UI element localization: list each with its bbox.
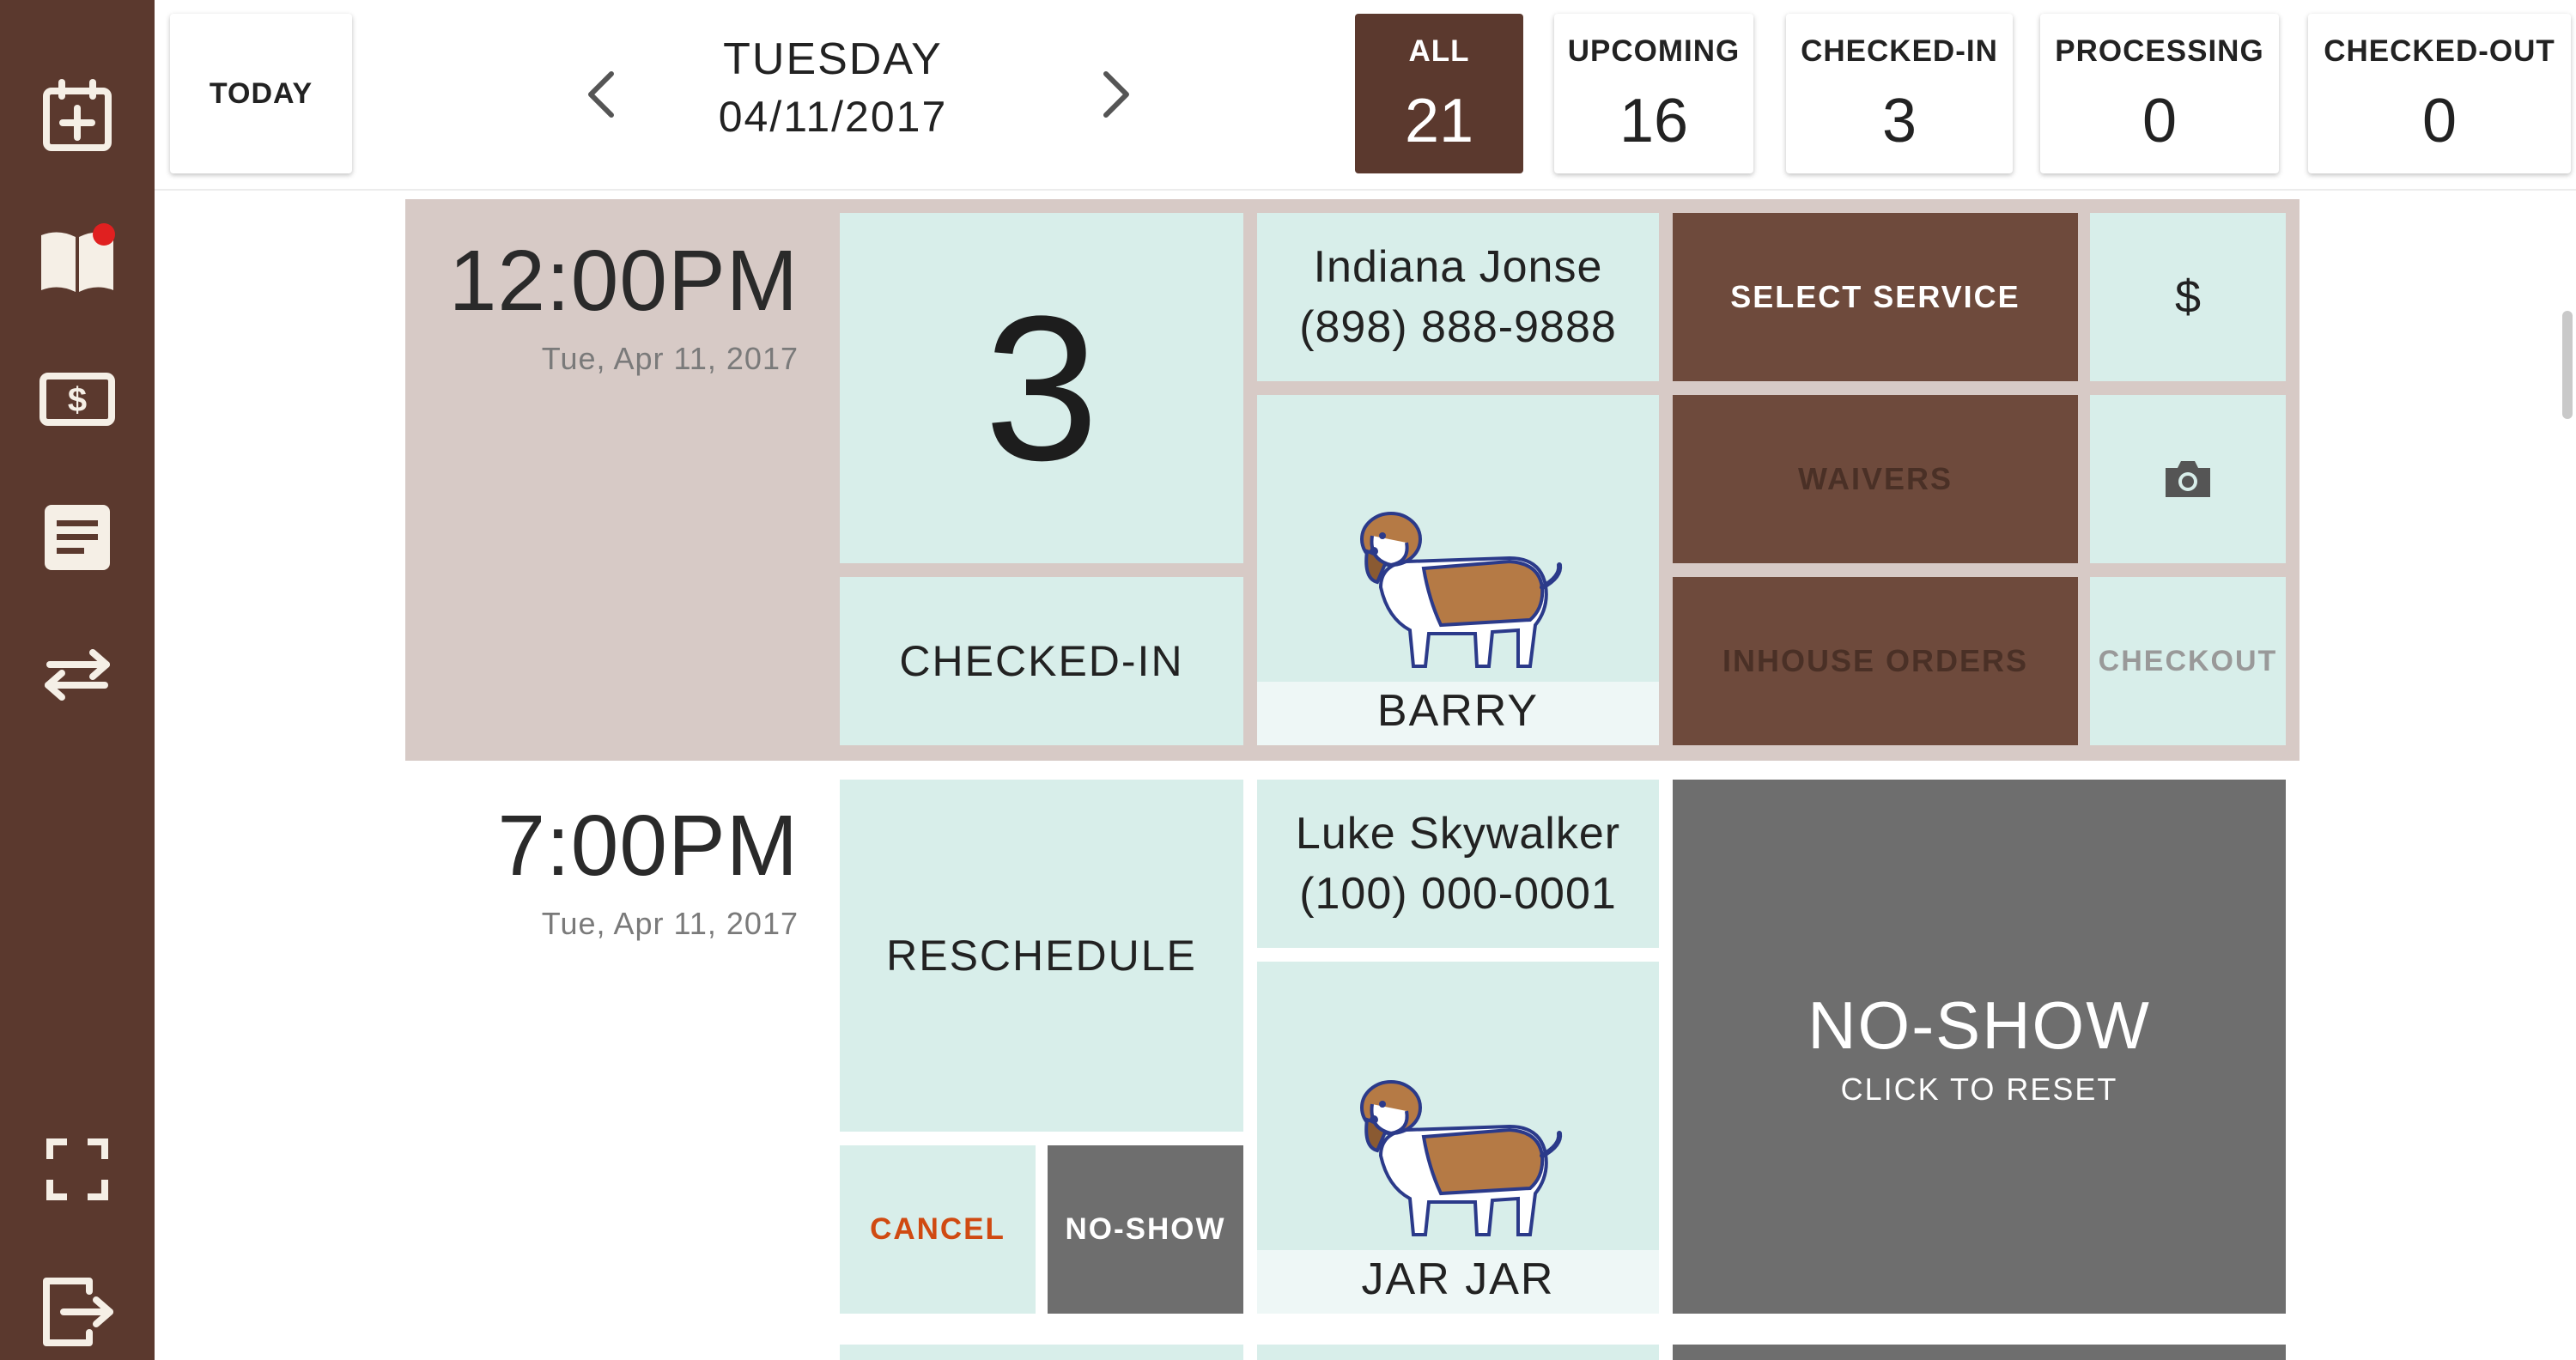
calendar-add-icon[interactable] (34, 74, 120, 160)
date-display: TUESDAY 04/11/2017 (704, 31, 962, 145)
date-sub-label: Tue, Apr 11, 2017 (541, 906, 799, 941)
photo-button[interactable] (2090, 395, 2286, 563)
filter-label: UPCOMING (1567, 34, 1741, 68)
waivers-button[interactable]: WAIVERS (1673, 395, 2078, 563)
status-label: CHECKED-IN (899, 637, 1184, 685)
pet-card[interactable]: JAR JAR (1257, 962, 1659, 1314)
no-show-label: NO-SHOW (1065, 1212, 1226, 1246)
filter-checked-out[interactable]: CHECKED-OUT 0 (2308, 14, 2571, 173)
pet-name: BARRY (1257, 682, 1659, 745)
no-show-button[interactable]: NO-SHOW (1048, 1145, 1243, 1314)
date-sub-label: Tue, Apr 11, 2017 (541, 341, 799, 376)
next-row-tile (1257, 1345, 1659, 1360)
click-to-reset-label: CLICK TO RESET (1840, 1071, 2118, 1107)
next-day-button[interactable] (1091, 60, 1142, 129)
today-button[interactable]: TODAY (170, 14, 352, 173)
svg-text:$: $ (68, 381, 87, 419)
owner-phone: (898) 888-9888 (1299, 302, 1617, 352)
select-service-button[interactable]: SELECT SERVICE (1673, 213, 2078, 381)
day-label: TUESDAY (723, 34, 943, 84)
owner-name: Indiana Jonse (1313, 241, 1603, 292)
waivers-label: WAIVERS (1797, 461, 1953, 496)
scrollbar[interactable] (2562, 311, 2573, 419)
chevron-right-icon (1103, 71, 1129, 118)
filter-upcoming[interactable]: UPCOMING 16 (1554, 14, 1753, 173)
filter-all[interactable]: ALL 21 (1355, 14, 1523, 173)
dog-icon (1360, 1080, 1563, 1236)
top-bar: TODAY TUESDAY 04/11/2017 ALL 21 UPCOMING… (155, 0, 2576, 191)
filter-count: 0 (2421, 87, 2458, 155)
appointment-number-value: 3 (984, 273, 1099, 503)
cancel-label: CANCEL (870, 1212, 1005, 1246)
filter-label: CHECKED-IN (1801, 34, 1998, 68)
filter-checked-in[interactable]: CHECKED-IN 3 (1786, 14, 2013, 173)
owner-phone: (100) 000-0001 (1299, 869, 1617, 919)
dollar-bill-icon[interactable]: $ (34, 355, 120, 441)
owner-name: Luke Skywalker (1295, 808, 1621, 859)
sidebar: $ (0, 0, 155, 1360)
filter-label: CHECKED-OUT (2324, 34, 2555, 68)
filter-count: 3 (1881, 87, 1917, 155)
next-row-tile (840, 1345, 1243, 1360)
checkout-label: CHECKOUT (2098, 644, 2278, 677)
filter-processing[interactable]: PROCESSING 0 (2040, 14, 2279, 173)
price-button[interactable]: $ (2090, 213, 2286, 381)
reschedule-button[interactable]: RESCHEDULE (840, 780, 1243, 1132)
next-row-tile (1673, 1345, 2286, 1360)
reschedule-label: RESCHEDULE (886, 932, 1197, 980)
logout-icon[interactable] (34, 1269, 120, 1355)
time-label: 7:00PM (497, 798, 799, 894)
inhouse-orders-button[interactable]: INHOUSE ORDERS (1673, 577, 2078, 745)
book-icon[interactable] (34, 216, 120, 302)
time-label: 12:00PM (448, 233, 799, 329)
no-show-reset-button[interactable]: NO-SHOW CLICK TO RESET (1673, 780, 2286, 1314)
notification-dot (93, 223, 115, 246)
cancel-button[interactable]: CANCEL (840, 1145, 1036, 1314)
fullscreen-icon[interactable] (34, 1126, 120, 1212)
owner-info[interactable]: Indiana Jonse (898) 888-9888 (1257, 213, 1659, 381)
date-label: 04/11/2017 (718, 92, 948, 141)
pet-name: JAR JAR (1257, 1250, 1659, 1314)
camera-icon (2166, 461, 2210, 497)
owner-info[interactable]: Luke Skywalker (100) 000-0001 (1257, 780, 1659, 948)
chevron-left-icon (588, 71, 614, 118)
swap-arrows-icon[interactable] (34, 632, 120, 718)
dollar-icon: $ (2174, 271, 2202, 323)
document-icon[interactable] (34, 495, 120, 580)
filter-count: 0 (2142, 87, 2178, 155)
checkout-button[interactable]: CHECKOUT (2090, 577, 2286, 745)
filter-count: 16 (1619, 87, 1689, 155)
inhouse-orders-label: INHOUSE ORDERS (1722, 643, 2029, 678)
filter-label: PROCESSING (2055, 34, 2264, 68)
dog-icon (1360, 512, 1563, 668)
filter-count: 21 (1404, 87, 1474, 155)
pet-card[interactable]: BARRY (1257, 395, 1659, 745)
appointment-time: 12:00PM Tue, Apr 11, 2017 (395, 232, 799, 377)
status-button[interactable]: CHECKED-IN (840, 577, 1243, 745)
appointment-number: 3 (840, 213, 1243, 563)
previous-day-button[interactable] (575, 60, 627, 129)
appointment-time: 7:00PM Tue, Apr 11, 2017 (395, 797, 799, 942)
filter-label: ALL (1408, 34, 1470, 68)
no-show-title: NO-SHOW (1807, 987, 2151, 1063)
select-service-label: SELECT SERVICE (1730, 279, 2020, 314)
